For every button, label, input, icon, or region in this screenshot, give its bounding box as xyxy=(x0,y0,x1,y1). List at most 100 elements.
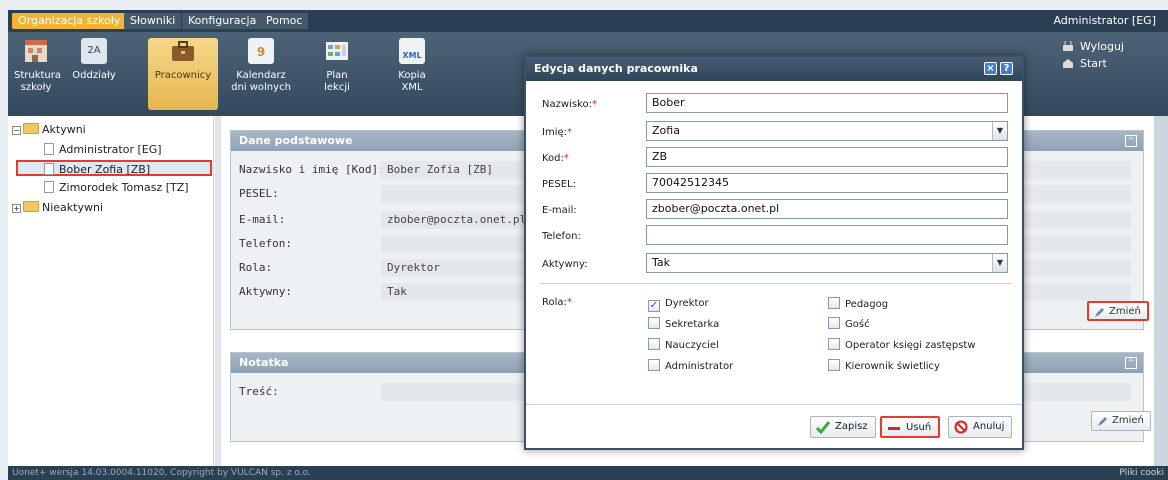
delete-button[interactable]: Usuń xyxy=(880,416,941,438)
cancel-button[interactable]: Anuluj xyxy=(948,416,1013,438)
checkbox-icon xyxy=(828,297,840,309)
role-kierownik-checkbox[interactable]: Kierownik świetlicy xyxy=(828,359,940,373)
document-icon xyxy=(44,163,54,175)
basic-change-button[interactable]: Zmień xyxy=(1087,301,1149,321)
kod-input[interactable]: ZB xyxy=(646,147,1008,167)
chevron-down-icon[interactable]: ▼ xyxy=(992,122,1007,140)
label-email: E-mail: xyxy=(542,205,577,216)
checkbox-icon xyxy=(648,338,660,350)
label-kod: Kod:* xyxy=(542,153,569,164)
aktywny-select[interactable]: Tak ▼ xyxy=(646,253,1008,273)
checkbox-checked-icon: ✓ xyxy=(648,300,660,312)
folder-icon xyxy=(23,201,39,212)
tree-node-inactive[interactable]: + Nieaktywni xyxy=(12,200,103,216)
label-email: E-mail: xyxy=(239,213,286,226)
label-rola: Rola:* xyxy=(542,297,572,308)
ribbon-pracownicy[interactable]: Pracownicy xyxy=(148,38,218,110)
edit-employee-dialog: Edycja danych pracownika × ? Nazwisko:* … xyxy=(524,55,1024,450)
start-link[interactable]: Start xyxy=(1062,57,1124,74)
collapse-icon[interactable]: ^ xyxy=(1125,135,1137,147)
lock-icon xyxy=(1062,39,1074,51)
folder-open-icon xyxy=(23,123,39,134)
chevron-down-icon[interactable]: ▼ xyxy=(992,254,1007,272)
cookies-link[interactable]: Pliki cooki xyxy=(1119,466,1164,480)
school-structure-icon xyxy=(23,38,49,64)
label-note: Treść: xyxy=(239,385,279,398)
menu-organizacja[interactable]: Organizacja szkoły xyxy=(12,13,127,29)
schedule-icon xyxy=(324,38,350,64)
checkbox-icon xyxy=(828,359,840,371)
role-operator-checkbox[interactable]: Operator księgi zastępstw xyxy=(828,338,976,352)
email-input[interactable]: zbober@poczta.onet.pl xyxy=(646,199,1008,219)
label-aktywny: Aktywny: xyxy=(542,259,588,270)
messages-side-tab[interactable] xyxy=(1154,116,1168,466)
pencil-icon xyxy=(1097,416,1108,427)
label-role: Rola: xyxy=(239,261,273,274)
save-button[interactable]: Zapisz xyxy=(810,416,876,438)
menu-slowniki[interactable]: Słowniki xyxy=(124,13,182,29)
ribbon-oddzialy[interactable]: 2A Oddziały xyxy=(70,38,118,110)
label-name: Nazwisko i imię [Kod]: xyxy=(239,163,385,176)
tree-item-zimorodek[interactable]: Zimorodek Tomasz [TZ] xyxy=(44,180,189,196)
ribbon-kalendarz[interactable]: 9 Kalendarz dni wolnych xyxy=(230,38,292,110)
menu-pomoc[interactable]: Pomoc xyxy=(260,13,309,29)
xml-icon: XML xyxy=(399,38,425,64)
checkbox-icon xyxy=(648,317,660,329)
divider xyxy=(540,283,1012,284)
pencil-icon xyxy=(1094,307,1105,318)
collapse-icon[interactable]: − xyxy=(12,126,21,135)
label-nazwisko: Nazwisko:* xyxy=(542,99,597,110)
panel-splitter[interactable] xyxy=(215,116,221,466)
tree-item-bober[interactable]: Bober Zofia [ZB] xyxy=(16,160,212,176)
checkbox-icon xyxy=(828,317,840,329)
status-bar: Uonet+ wersja 14.03.0004.11020, Copyrigh… xyxy=(8,466,1168,480)
pesel-input[interactable]: 70042512345 xyxy=(646,173,1008,193)
label-pesel: PESEL: xyxy=(239,187,279,200)
help-icon[interactable]: ? xyxy=(1000,62,1013,75)
checkbox-icon xyxy=(828,338,840,350)
label-pesel: PESEL: xyxy=(542,179,576,190)
minus-icon xyxy=(887,421,901,435)
close-icon[interactable]: × xyxy=(984,62,997,75)
nazwisko-input[interactable]: Bober xyxy=(646,93,1008,113)
session-links: Wyloguj Start xyxy=(1062,39,1124,74)
imie-select[interactable]: Zofia ▼ xyxy=(646,121,1008,141)
document-icon xyxy=(44,143,54,155)
ribbon-struktura[interactable]: Struktura szkoły xyxy=(14,38,61,110)
dialog-title: Edycja danych pracownika × ? xyxy=(526,57,1022,81)
employee-tree: − Aktywni Administrator [EG] Bober Zofia … xyxy=(8,116,214,466)
note-change-button[interactable]: Zmień xyxy=(1091,411,1151,431)
telefon-input[interactable] xyxy=(646,225,1008,245)
classes-icon: 2A xyxy=(81,38,107,64)
calendar-icon: 9 xyxy=(248,38,274,64)
home-icon xyxy=(1062,58,1074,68)
logout-link[interactable]: Wyloguj xyxy=(1062,39,1124,57)
copyright-text: Uonet+ wersja 14.03.0004.11020, Copyrigh… xyxy=(12,468,311,478)
role-pedagog-checkbox[interactable]: Pedagog xyxy=(828,297,888,311)
cancel-icon xyxy=(954,420,968,434)
briefcase-icon xyxy=(170,38,196,64)
menu-bar: Organizacja szkoły Słowniki Konfiguracja… xyxy=(8,10,1168,32)
ribbon-plan[interactable]: Plan lekcji xyxy=(312,38,362,110)
menu-konfiguracja[interactable]: Konfiguracja xyxy=(182,13,263,29)
checkmark-icon xyxy=(815,420,831,435)
collapse-icon[interactable]: ^ xyxy=(1125,357,1137,369)
label-active: Aktywny: xyxy=(239,285,292,298)
expand-icon[interactable]: + xyxy=(12,204,21,213)
role-gosc-checkbox[interactable]: Gość xyxy=(828,317,870,331)
tree-node-active[interactable]: − Aktywni xyxy=(12,122,86,138)
checkbox-icon xyxy=(648,359,660,371)
label-telefon: Telefon: xyxy=(542,231,581,242)
document-icon xyxy=(44,181,54,193)
ribbon-kopia-xml[interactable]: XML Kopia XML xyxy=(392,38,432,110)
tree-item-administrator[interactable]: Administrator [EG] xyxy=(44,142,162,158)
role-nauczyciel-checkbox[interactable]: Nauczyciel xyxy=(648,338,719,352)
role-dyrektor-checkbox[interactable]: ✓ Dyrektor xyxy=(648,297,709,312)
label-phone: Telefon: xyxy=(239,237,292,250)
current-user: Administrator [EG] xyxy=(1053,14,1156,27)
app-window: Organizacja szkoły Słowniki Konfiguracja… xyxy=(8,10,1168,480)
label-imie: Imię:* xyxy=(542,127,572,138)
role-sekretarka-checkbox[interactable]: Sekretarka xyxy=(648,317,719,331)
role-administrator-checkbox[interactable]: Administrator xyxy=(648,359,733,373)
dialog-footer: Zapisz Usuń Anuluj xyxy=(526,404,1022,448)
